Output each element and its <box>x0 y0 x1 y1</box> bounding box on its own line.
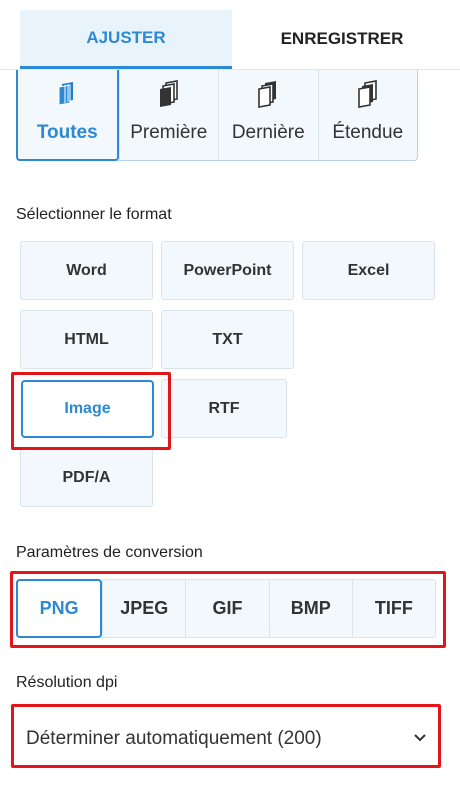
conversion-option-gif[interactable]: GIF <box>185 580 268 637</box>
resolution-section-title: Résolution dpi <box>16 674 118 691</box>
range-option-last[interactable]: Dernière <box>218 70 318 160</box>
range-pages-icon <box>357 80 377 108</box>
format-button-txt[interactable]: TXT <box>161 310 294 369</box>
format-button-pdfa[interactable]: PDF/A <box>20 448 153 507</box>
conversion-option-bmp[interactable]: BMP <box>268 580 352 637</box>
chevron-down-icon <box>414 734 426 742</box>
conversion-option-tiff[interactable]: TIFF <box>351 580 435 637</box>
conversion-section-title: Paramètres de conversion <box>16 544 203 561</box>
format-button-word[interactable]: Word <box>20 241 153 300</box>
format-section-title: Sélectionner le format <box>16 206 172 223</box>
range-label-range: Étendue <box>332 122 404 143</box>
format-button-excel[interactable]: Excel <box>302 241 435 300</box>
format-button-html[interactable]: HTML <box>20 310 153 369</box>
conversion-option-jpeg[interactable]: JPEG <box>102 580 185 637</box>
tab-bar: AJUSTER ENREGISTRER <box>0 0 460 70</box>
last-page-icon <box>258 81 277 108</box>
range-label-all: Toutes <box>36 122 98 143</box>
range-option-first[interactable]: Première <box>118 70 219 160</box>
range-label-first: Première <box>130 122 208 143</box>
conversion-format-selector: PNG JPEG GIF BMP TIFF <box>16 579 436 638</box>
page-range-selector: Toutes Première Dernière Étendue <box>16 70 418 161</box>
resolution-value: Déterminer automatiquement (200) <box>26 728 322 749</box>
conversion-option-png[interactable]: PNG <box>16 579 103 638</box>
all-pages-icon <box>58 82 74 106</box>
format-button-powerpoint[interactable]: PowerPoint <box>161 241 294 300</box>
tab-enregistrer[interactable]: ENREGISTRER <box>232 10 452 68</box>
format-button-image[interactable]: Image <box>21 380 154 438</box>
range-label-last: Dernière <box>231 122 305 143</box>
first-page-icon <box>159 80 178 107</box>
range-option-all[interactable]: Toutes <box>16 70 119 161</box>
range-option-range[interactable]: Étendue <box>317 70 418 160</box>
resolution-select[interactable]: Déterminer automatiquement (200) <box>16 711 436 767</box>
tab-ajuster[interactable]: AJUSTER <box>20 10 232 69</box>
format-button-rtf[interactable]: RTF <box>161 379 287 438</box>
